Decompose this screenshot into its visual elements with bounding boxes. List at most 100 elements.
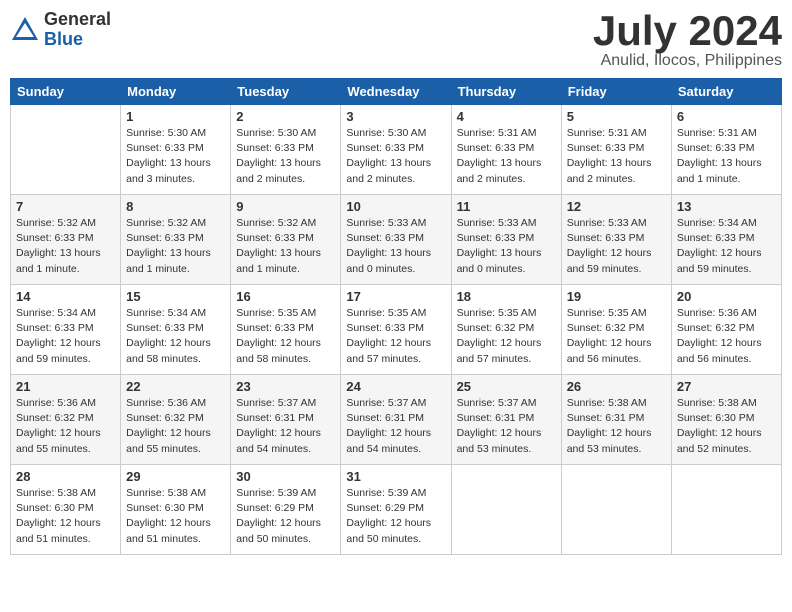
logo-general: General — [44, 10, 111, 30]
calendar-cell: 7 Sunrise: 5:32 AMSunset: 6:33 PMDaylight… — [11, 195, 121, 285]
day-detail: Sunrise: 5:39 AMSunset: 6:29 PMDaylight:… — [346, 486, 445, 547]
day-number: 7 — [16, 199, 115, 214]
logo-blue: Blue — [44, 30, 111, 50]
calendar-week-row: 21 Sunrise: 5:36 AMSunset: 6:32 PMDayligh… — [11, 375, 782, 465]
day-detail: Sunrise: 5:35 AMSunset: 6:33 PMDaylight:… — [346, 306, 445, 367]
calendar-cell: 26 Sunrise: 5:38 AMSunset: 6:31 PMDayligh… — [561, 375, 671, 465]
day-number: 20 — [677, 289, 776, 304]
day-detail: Sunrise: 5:32 AMSunset: 6:33 PMDaylight:… — [236, 216, 335, 277]
calendar-cell: 28Sunrise: 5:38 AMSunset: 6:30 PMDayligh… — [11, 465, 121, 555]
calendar-week-row: 7 Sunrise: 5:32 AMSunset: 6:33 PMDaylight… — [11, 195, 782, 285]
calendar-cell: 3Sunrise: 5:30 AMSunset: 6:33 PMDaylight… — [341, 105, 451, 195]
calendar-cell: 19Sunrise: 5:35 AMSunset: 6:32 PMDayligh… — [561, 285, 671, 375]
logo-icon — [10, 15, 40, 45]
day-number: 12 — [567, 199, 666, 214]
calendar-cell: 14 Sunrise: 5:34 AMSunset: 6:33 PMDayligh… — [11, 285, 121, 375]
calendar-cell: 10 Sunrise: 5:33 AMSunset: 6:33 PMDayligh… — [341, 195, 451, 285]
calendar-cell: 30 Sunrise: 5:39 AMSunset: 6:29 PMDayligh… — [231, 465, 341, 555]
day-detail: Sunrise: 5:37 AMSunset: 6:31 PMDaylight:… — [236, 396, 335, 457]
day-number: 25 — [457, 379, 556, 394]
calendar-cell — [11, 105, 121, 195]
day-number: 4 — [457, 109, 556, 124]
day-number: 17 — [346, 289, 445, 304]
day-detail: Sunrise: 5:31 AMSunset: 6:33 PMDaylight:… — [567, 126, 666, 187]
day-detail: Sunrise: 5:31 AMSunset: 6:33 PMDaylight:… — [677, 126, 776, 187]
day-number: 18 — [457, 289, 556, 304]
day-detail: Sunrise: 5:35 AMSunset: 6:33 PMDaylight:… — [236, 306, 335, 367]
day-detail: Sunrise: 5:36 AMSunset: 6:32 PMDaylight:… — [677, 306, 776, 367]
calendar-cell: 13Sunrise: 5:34 AMSunset: 6:33 PMDayligh… — [671, 195, 781, 285]
day-detail: Sunrise: 5:37 AMSunset: 6:31 PMDaylight:… — [457, 396, 556, 457]
day-number: 24 — [346, 379, 445, 394]
day-detail: Sunrise: 5:38 AMSunset: 6:30 PMDaylight:… — [126, 486, 225, 547]
calendar-cell: 31 Sunrise: 5:39 AMSunset: 6:29 PMDayligh… — [341, 465, 451, 555]
day-number: 5 — [567, 109, 666, 124]
calendar-cell: 5 Sunrise: 5:31 AMSunset: 6:33 PMDaylight… — [561, 105, 671, 195]
day-detail: Sunrise: 5:34 AMSunset: 6:33 PMDaylight:… — [677, 216, 776, 277]
day-detail: Sunrise: 5:38 AMSunset: 6:30 PMDaylight:… — [677, 396, 776, 457]
day-number: 26 — [567, 379, 666, 394]
calendar-table: SundayMondayTuesdayWednesdayThursdayFrid… — [10, 78, 782, 555]
day-detail: Sunrise: 5:33 AMSunset: 6:33 PMDaylight:… — [346, 216, 445, 277]
day-detail: Sunrise: 5:32 AMSunset: 6:33 PMDaylight:… — [126, 216, 225, 277]
calendar-cell: 2Sunrise: 5:30 AMSunset: 6:33 PMDaylight… — [231, 105, 341, 195]
day-number: 31 — [346, 469, 445, 484]
day-detail: Sunrise: 5:36 AMSunset: 6:32 PMDaylight:… — [126, 396, 225, 457]
day-detail: Sunrise: 5:32 AMSunset: 6:33 PMDaylight:… — [16, 216, 115, 277]
day-detail: Sunrise: 5:34 AMSunset: 6:33 PMDaylight:… — [126, 306, 225, 367]
day-number: 14 — [16, 289, 115, 304]
calendar-cell: 4 Sunrise: 5:31 AMSunset: 6:33 PMDaylight… — [451, 105, 561, 195]
day-number: 23 — [236, 379, 335, 394]
calendar-cell: 8Sunrise: 5:32 AMSunset: 6:33 PMDaylight… — [121, 195, 231, 285]
calendar-cell — [451, 465, 561, 555]
day-header: Thursday — [451, 79, 561, 105]
month-title: July 2024 — [593, 10, 782, 52]
day-number: 15 — [126, 289, 225, 304]
logo: General Blue — [10, 10, 111, 50]
calendar-cell: 18Sunrise: 5:35 AMSunset: 6:32 PMDayligh… — [451, 285, 561, 375]
calendar-cell — [561, 465, 671, 555]
calendar-cell: 1 Sunrise: 5:30 AMSunset: 6:33 PMDaylight… — [121, 105, 231, 195]
day-number: 27 — [677, 379, 776, 394]
day-header: Sunday — [11, 79, 121, 105]
location: Anulid, Ilocos, Philippines — [593, 52, 782, 70]
day-header: Wednesday — [341, 79, 451, 105]
day-number: 30 — [236, 469, 335, 484]
day-header: Friday — [561, 79, 671, 105]
calendar-cell: 12 Sunrise: 5:33 AMSunset: 6:33 PMDayligh… — [561, 195, 671, 285]
calendar-cell: 25 Sunrise: 5:37 AMSunset: 6:31 PMDayligh… — [451, 375, 561, 465]
day-detail: Sunrise: 5:31 AMSunset: 6:33 PMDaylight:… — [457, 126, 556, 187]
day-detail: Sunrise: 5:36 AMSunset: 6:32 PMDaylight:… — [16, 396, 115, 457]
calendar-cell: 27 Sunrise: 5:38 AMSunset: 6:30 PMDayligh… — [671, 375, 781, 465]
title-block: July 2024 Anulid, Ilocos, Philippines — [593, 10, 782, 70]
calendar-cell: 22Sunrise: 5:36 AMSunset: 6:32 PMDayligh… — [121, 375, 231, 465]
day-detail: Sunrise: 5:30 AMSunset: 6:33 PMDaylight:… — [126, 126, 225, 187]
calendar-cell: 24 Sunrise: 5:37 AMSunset: 6:31 PMDayligh… — [341, 375, 451, 465]
day-number: 28 — [16, 469, 115, 484]
day-number: 9 — [236, 199, 335, 214]
day-detail: Sunrise: 5:33 AMSunset: 6:33 PMDaylight:… — [567, 216, 666, 277]
day-number: 6 — [677, 109, 776, 124]
day-number: 29 — [126, 469, 225, 484]
calendar-cell: 11Sunrise: 5:33 AMSunset: 6:33 PMDayligh… — [451, 195, 561, 285]
day-number: 21 — [16, 379, 115, 394]
calendar-cell: 20 Sunrise: 5:36 AMSunset: 6:32 PMDayligh… — [671, 285, 781, 375]
calendar-cell: 21 Sunrise: 5:36 AMSunset: 6:32 PMDayligh… — [11, 375, 121, 465]
day-number: 11 — [457, 199, 556, 214]
calendar-cell: 6 Sunrise: 5:31 AMSunset: 6:33 PMDaylight… — [671, 105, 781, 195]
day-detail: Sunrise: 5:34 AMSunset: 6:33 PMDaylight:… — [16, 306, 115, 367]
day-number: 1 — [126, 109, 225, 124]
day-number: 10 — [346, 199, 445, 214]
day-header: Monday — [121, 79, 231, 105]
calendar-header-row: SundayMondayTuesdayWednesdayThursdayFrid… — [11, 79, 782, 105]
day-detail: Sunrise: 5:39 AMSunset: 6:29 PMDaylight:… — [236, 486, 335, 547]
day-detail: Sunrise: 5:30 AMSunset: 6:33 PMDaylight:… — [236, 126, 335, 187]
day-detail: Sunrise: 5:37 AMSunset: 6:31 PMDaylight:… — [346, 396, 445, 457]
calendar-cell — [671, 465, 781, 555]
calendar-cell: 15 Sunrise: 5:34 AMSunset: 6:33 PMDayligh… — [121, 285, 231, 375]
calendar-cell: 23 Sunrise: 5:37 AMSunset: 6:31 PMDayligh… — [231, 375, 341, 465]
day-detail: Sunrise: 5:30 AMSunset: 6:33 PMDaylight:… — [346, 126, 445, 187]
day-detail: Sunrise: 5:38 AMSunset: 6:31 PMDaylight:… — [567, 396, 666, 457]
page-header: General Blue July 2024 Anulid, Ilocos, P… — [10, 10, 782, 70]
day-detail: Sunrise: 5:35 AMSunset: 6:32 PMDaylight:… — [567, 306, 666, 367]
